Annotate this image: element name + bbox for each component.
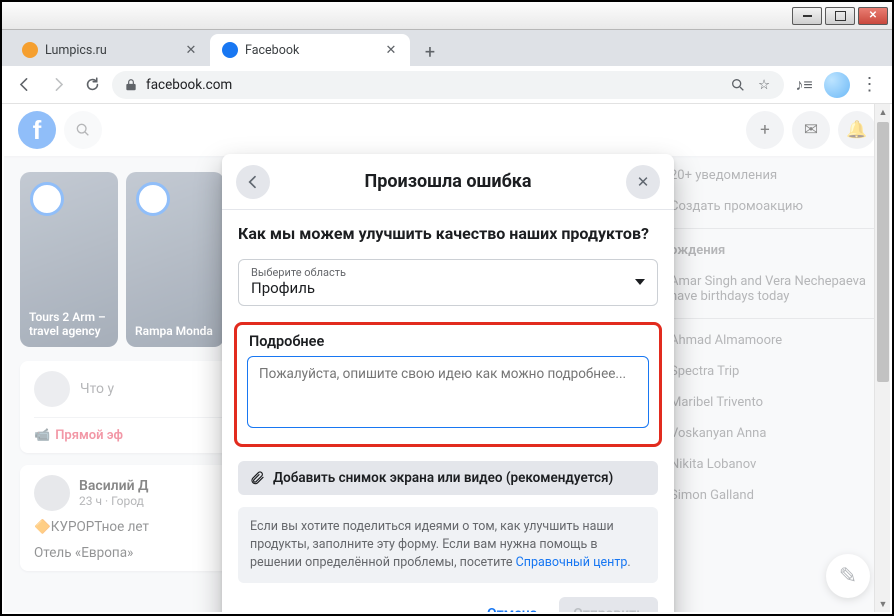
modal-back-button[interactable] bbox=[236, 165, 270, 199]
reload-button[interactable] bbox=[78, 71, 106, 99]
composer-placeholder[interactable]: Что у bbox=[80, 381, 114, 397]
close-icon[interactable]: ✕ bbox=[184, 43, 198, 57]
story-avatar-icon bbox=[136, 182, 170, 216]
attach-button[interactable]: Добавить снимок экрана или видео (рекоме… bbox=[238, 461, 658, 495]
submit-button[interactable]: Отправить bbox=[559, 597, 658, 612]
chevron-down-icon bbox=[635, 279, 645, 285]
story-card[interactable]: Rampa Monda bbox=[126, 172, 224, 347]
zoom-icon[interactable] bbox=[730, 77, 746, 93]
media-button[interactable]: ♪≡ bbox=[790, 71, 818, 99]
bookmark-icon[interactable]: ☆ bbox=[756, 77, 772, 93]
tab-title: Lumpics.ru bbox=[45, 43, 107, 58]
fb-search-button[interactable] bbox=[64, 111, 102, 149]
select-label: Выберите область bbox=[251, 266, 645, 279]
favicon-icon bbox=[22, 42, 38, 58]
avatar-icon bbox=[34, 475, 70, 511]
url-text: facebook.com bbox=[146, 77, 232, 93]
modal-header: Произошла ошибка ✕ bbox=[222, 154, 674, 210]
avatar-icon bbox=[34, 371, 70, 407]
close-icon[interactable]: ✕ bbox=[384, 43, 398, 57]
notifications-icon[interactable]: 🔔 bbox=[838, 111, 876, 149]
contact-item[interactable]: Nikita Lobanov bbox=[666, 449, 876, 480]
window-close-button[interactable] bbox=[858, 7, 888, 25]
attach-label: Добавить снимок экрана или видео (рекоме… bbox=[273, 470, 613, 486]
post-meta: 23 ч · Город bbox=[79, 494, 149, 508]
promo-item[interactable]: Создать промоакцию bbox=[666, 191, 876, 222]
story-avatar-icon bbox=[30, 182, 64, 216]
feedback-modal: Произошла ошибка ✕ Как мы можем улучшить… bbox=[222, 154, 674, 612]
scrollbar-thumb[interactable] bbox=[877, 122, 889, 382]
browser-tab-lumpics[interactable]: Lumpics.ru ✕ bbox=[10, 34, 210, 66]
page-viewport: f + ✉ 🔔 Tours 2 Arm – travel agency Ramp… bbox=[4, 104, 890, 612]
modal-footer: Отмена Отправить bbox=[222, 587, 674, 612]
modal-body: Как мы можем улучшить качество наших про… bbox=[222, 210, 674, 587]
fb-header: f + ✉ 🔔 bbox=[4, 104, 890, 156]
details-label: Подробнее bbox=[249, 333, 649, 350]
omnibox-actions: ☆ bbox=[730, 77, 772, 93]
browser-tab-facebook[interactable]: Facebook ✕ bbox=[210, 34, 410, 66]
address-bar[interactable]: facebook.com ☆ bbox=[112, 71, 784, 99]
browser-tabstrip: Lumpics.ru ✕ Facebook ✕ + bbox=[2, 30, 892, 66]
browser-toolbar: facebook.com ☆ ♪≡ ⋮ bbox=[2, 66, 892, 104]
contact-item[interactable]: Simon Galland bbox=[666, 480, 876, 511]
help-center-link[interactable]: Справочный центр bbox=[516, 555, 628, 570]
back-button[interactable] bbox=[10, 71, 38, 99]
post-author[interactable]: Василий Д bbox=[79, 478, 149, 494]
modal-title: Произошла ошибка bbox=[365, 171, 532, 192]
menu-button[interactable]: ⋮ bbox=[856, 71, 884, 99]
profile-avatar[interactable] bbox=[824, 72, 850, 98]
story-title: Rampa Monda bbox=[135, 324, 213, 338]
birthdays-text: Amar Singh and Vera Nechepaeva have birt… bbox=[666, 266, 876, 312]
new-message-fab[interactable]: ✎ bbox=[826, 554, 870, 598]
contact-item[interactable]: Spectra Trip bbox=[666, 356, 876, 387]
select-value: Профиль bbox=[251, 279, 645, 297]
contact-item[interactable]: Maribel Trivento bbox=[666, 387, 876, 418]
favicon-icon bbox=[222, 42, 238, 58]
area-select[interactable]: Выберите область Профиль bbox=[238, 259, 658, 306]
tab-title: Facebook bbox=[245, 43, 299, 58]
help-note: Если вы хотите поделиться идеями о том, … bbox=[238, 507, 658, 583]
new-tab-button[interactable]: + bbox=[416, 38, 444, 66]
birthdays-header: ождения bbox=[666, 235, 876, 266]
modal-question: Как мы можем улучшить качество наших про… bbox=[238, 224, 658, 245]
window-titlebar bbox=[2, 2, 892, 30]
create-button[interactable]: + bbox=[746, 111, 784, 149]
vertical-scrollbar[interactable]: ▲ ▼ bbox=[874, 104, 890, 612]
lock-icon bbox=[124, 78, 138, 92]
right-sidebar: 20+ уведомления Создать промоакцию ожден… bbox=[666, 160, 876, 511]
cancel-button[interactable]: Отмена bbox=[473, 597, 551, 612]
details-highlight: Подробнее bbox=[234, 322, 662, 447]
fb-logo-icon[interactable]: f bbox=[18, 111, 56, 149]
messenger-icon[interactable]: ✉ bbox=[792, 111, 830, 149]
window-minimize-button[interactable] bbox=[792, 7, 822, 25]
contact-item[interactable]: Voskanyan Anna bbox=[666, 418, 876, 449]
story-title: Tours 2 Arm – travel agency bbox=[29, 310, 109, 338]
paperclip-icon bbox=[249, 470, 265, 486]
window-maximize-button[interactable] bbox=[825, 7, 855, 25]
modal-close-button[interactable]: ✕ bbox=[626, 165, 660, 199]
scroll-down-icon[interactable]: ▼ bbox=[875, 596, 890, 612]
notif-item[interactable]: 20+ уведомления bbox=[666, 160, 876, 191]
scroll-up-icon[interactable]: ▲ bbox=[875, 104, 890, 120]
story-card[interactable]: Tours 2 Arm – travel agency bbox=[20, 172, 118, 347]
contact-item[interactable]: Ahmad Almamoore bbox=[666, 325, 876, 356]
details-textarea[interactable] bbox=[247, 356, 649, 428]
forward-button[interactable] bbox=[44, 71, 72, 99]
